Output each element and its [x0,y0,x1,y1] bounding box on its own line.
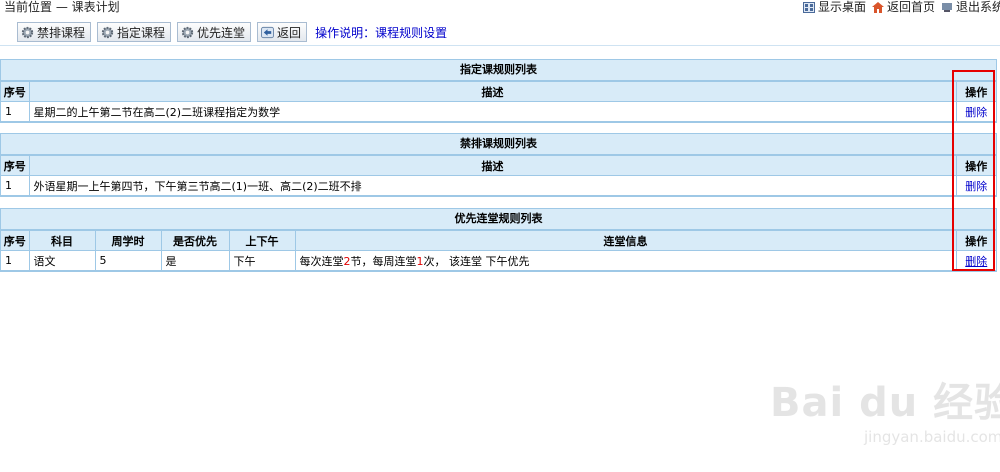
home-label: 返回首页 [886,0,935,14]
exit-link[interactable]: 退出系统 [941,0,1000,14]
table-row: 1 外语星期一上午第四节，下午第三节高二(1)一班、高二(2)二班不排 删除 [1,175,996,196]
ban-rules-panel: 禁排课规则列表 序号 描述 操作 1 外语星期一上午第四节，下午第三节高二(1)… [0,133,997,197]
info-number: 1 [416,254,424,268]
row-period: 下午 [228,250,296,271]
separator [0,45,1000,46]
assign-rules-title: 指定课规则列表 [1,60,996,81]
info-number: 2 [343,254,351,268]
table-header-row: 序号 描述 操作 [1,81,996,102]
watermark-url: jingyan.baidu.com [864,428,1000,446]
table-row: 1 星期二的上午第二节在高二(2)二班课程指定为数学 删除 [1,101,996,122]
exit-icon [941,2,952,12]
gear-icon [181,26,194,38]
table-row: 1 语文 5 是 下午 每次连堂2节，每周连堂1次， 该连堂 下午优先 删除 [1,250,996,271]
show-desktop-label: 显示桌面 [817,0,866,14]
row-description: 星期二的上午第二节在高二(2)二班课程指定为数学 [28,101,957,122]
col-priority-header: 是否优先 [160,230,230,251]
row-hours: 5 [94,250,162,271]
info-part: 节，每周连堂 [350,254,417,268]
toolbar: 禁排课程 指定课程 优先连堂 返回 操作说明：课程规则设置 [17,21,447,43]
top-links: 显示桌面 返回首页 退出系统 [802,0,1000,14]
highlight-box [952,70,995,271]
row-index: 1 [1,250,30,271]
col-index-header: 序号 [1,230,30,251]
priority-consecutive-label: 优先连堂 [197,25,246,40]
assign-course-button[interactable]: 指定课程 [97,22,172,42]
exit-label: 退出系统 [955,0,1000,14]
row-info: 每次连堂2节，每周连堂1次， 该连堂 下午优先 [294,250,957,271]
breadcrumb: 当前位置 — 课表计划 [4,0,120,14]
row-priority: 是 [160,250,230,271]
help-text: 操作说明：课程规则设置 [315,25,448,40]
assign-rules-table: 序号 描述 操作 1 星期二的上午第二节在高二(2)二班课程指定为数学 删除 [1,81,996,122]
assign-course-label: 指定课程 [117,25,166,40]
row-index: 1 [1,175,30,196]
col-index-header: 序号 [1,155,30,176]
priority-consecutive-button[interactable]: 优先连堂 [177,22,252,42]
priority-rules-title: 优先连堂规则列表 [1,209,996,230]
col-info-header: 连堂信息 [294,230,957,251]
assign-rules-panel: 指定课规则列表 序号 描述 操作 1 星期二的上午第二节在高二(2)二班课程指定… [0,59,997,123]
col-hours-header: 周学时 [94,230,162,251]
ban-rules-title: 禁排课规则列表 [1,134,996,155]
ban-rules-table: 序号 描述 操作 1 外语星期一上午第四节，下午第三节高二(1)一班、高二(2)… [1,155,996,196]
back-label: 返回 [277,25,302,40]
info-part: 每次连堂 [299,254,344,268]
table-header-row: 序号 描述 操作 [1,155,996,176]
row-index: 1 [1,101,30,122]
ban-course-button[interactable]: 禁排课程 [17,22,92,42]
priority-rules-panel: 优先连堂规则列表 序号 科目 周学时 是否优先 上下午 连堂信息 操作 1 语文… [0,208,997,272]
col-description-header: 描述 [28,81,957,102]
info-part: 次， 该连堂 下午优先 [423,254,530,268]
ban-course-label: 禁排课程 [37,25,86,40]
col-subject-header: 科目 [28,230,96,251]
back-button[interactable]: 返回 [257,22,308,42]
back-icon [261,26,275,38]
home-link[interactable]: 返回首页 [871,0,935,14]
watermark-logo: Bai du 经验 [770,380,1000,426]
desktop-icon [802,1,815,13]
row-subject: 语文 [28,250,96,271]
col-period-header: 上下午 [228,230,296,251]
row-description: 外语星期一上午第四节，下午第三节高二(1)一班、高二(2)二班不排 [28,175,957,196]
home-icon [871,1,884,13]
table-header-row: 序号 科目 周学时 是否优先 上下午 连堂信息 操作 [1,230,996,251]
watermark: Bai du 经验 jingyan.baidu.com [760,370,1000,460]
show-desktop-link[interactable]: 显示桌面 [802,0,866,14]
top-bar: 当前位置 — 课表计划 显示桌面 返回首页 退出系统 [0,0,1000,14]
priority-rules-table: 序号 科目 周学时 是否优先 上下午 连堂信息 操作 1 语文 5 是 下午 每… [1,230,996,271]
gear-icon [21,26,34,38]
gear-icon [101,26,114,38]
col-description-header: 描述 [28,155,957,176]
col-index-header: 序号 [1,81,30,102]
